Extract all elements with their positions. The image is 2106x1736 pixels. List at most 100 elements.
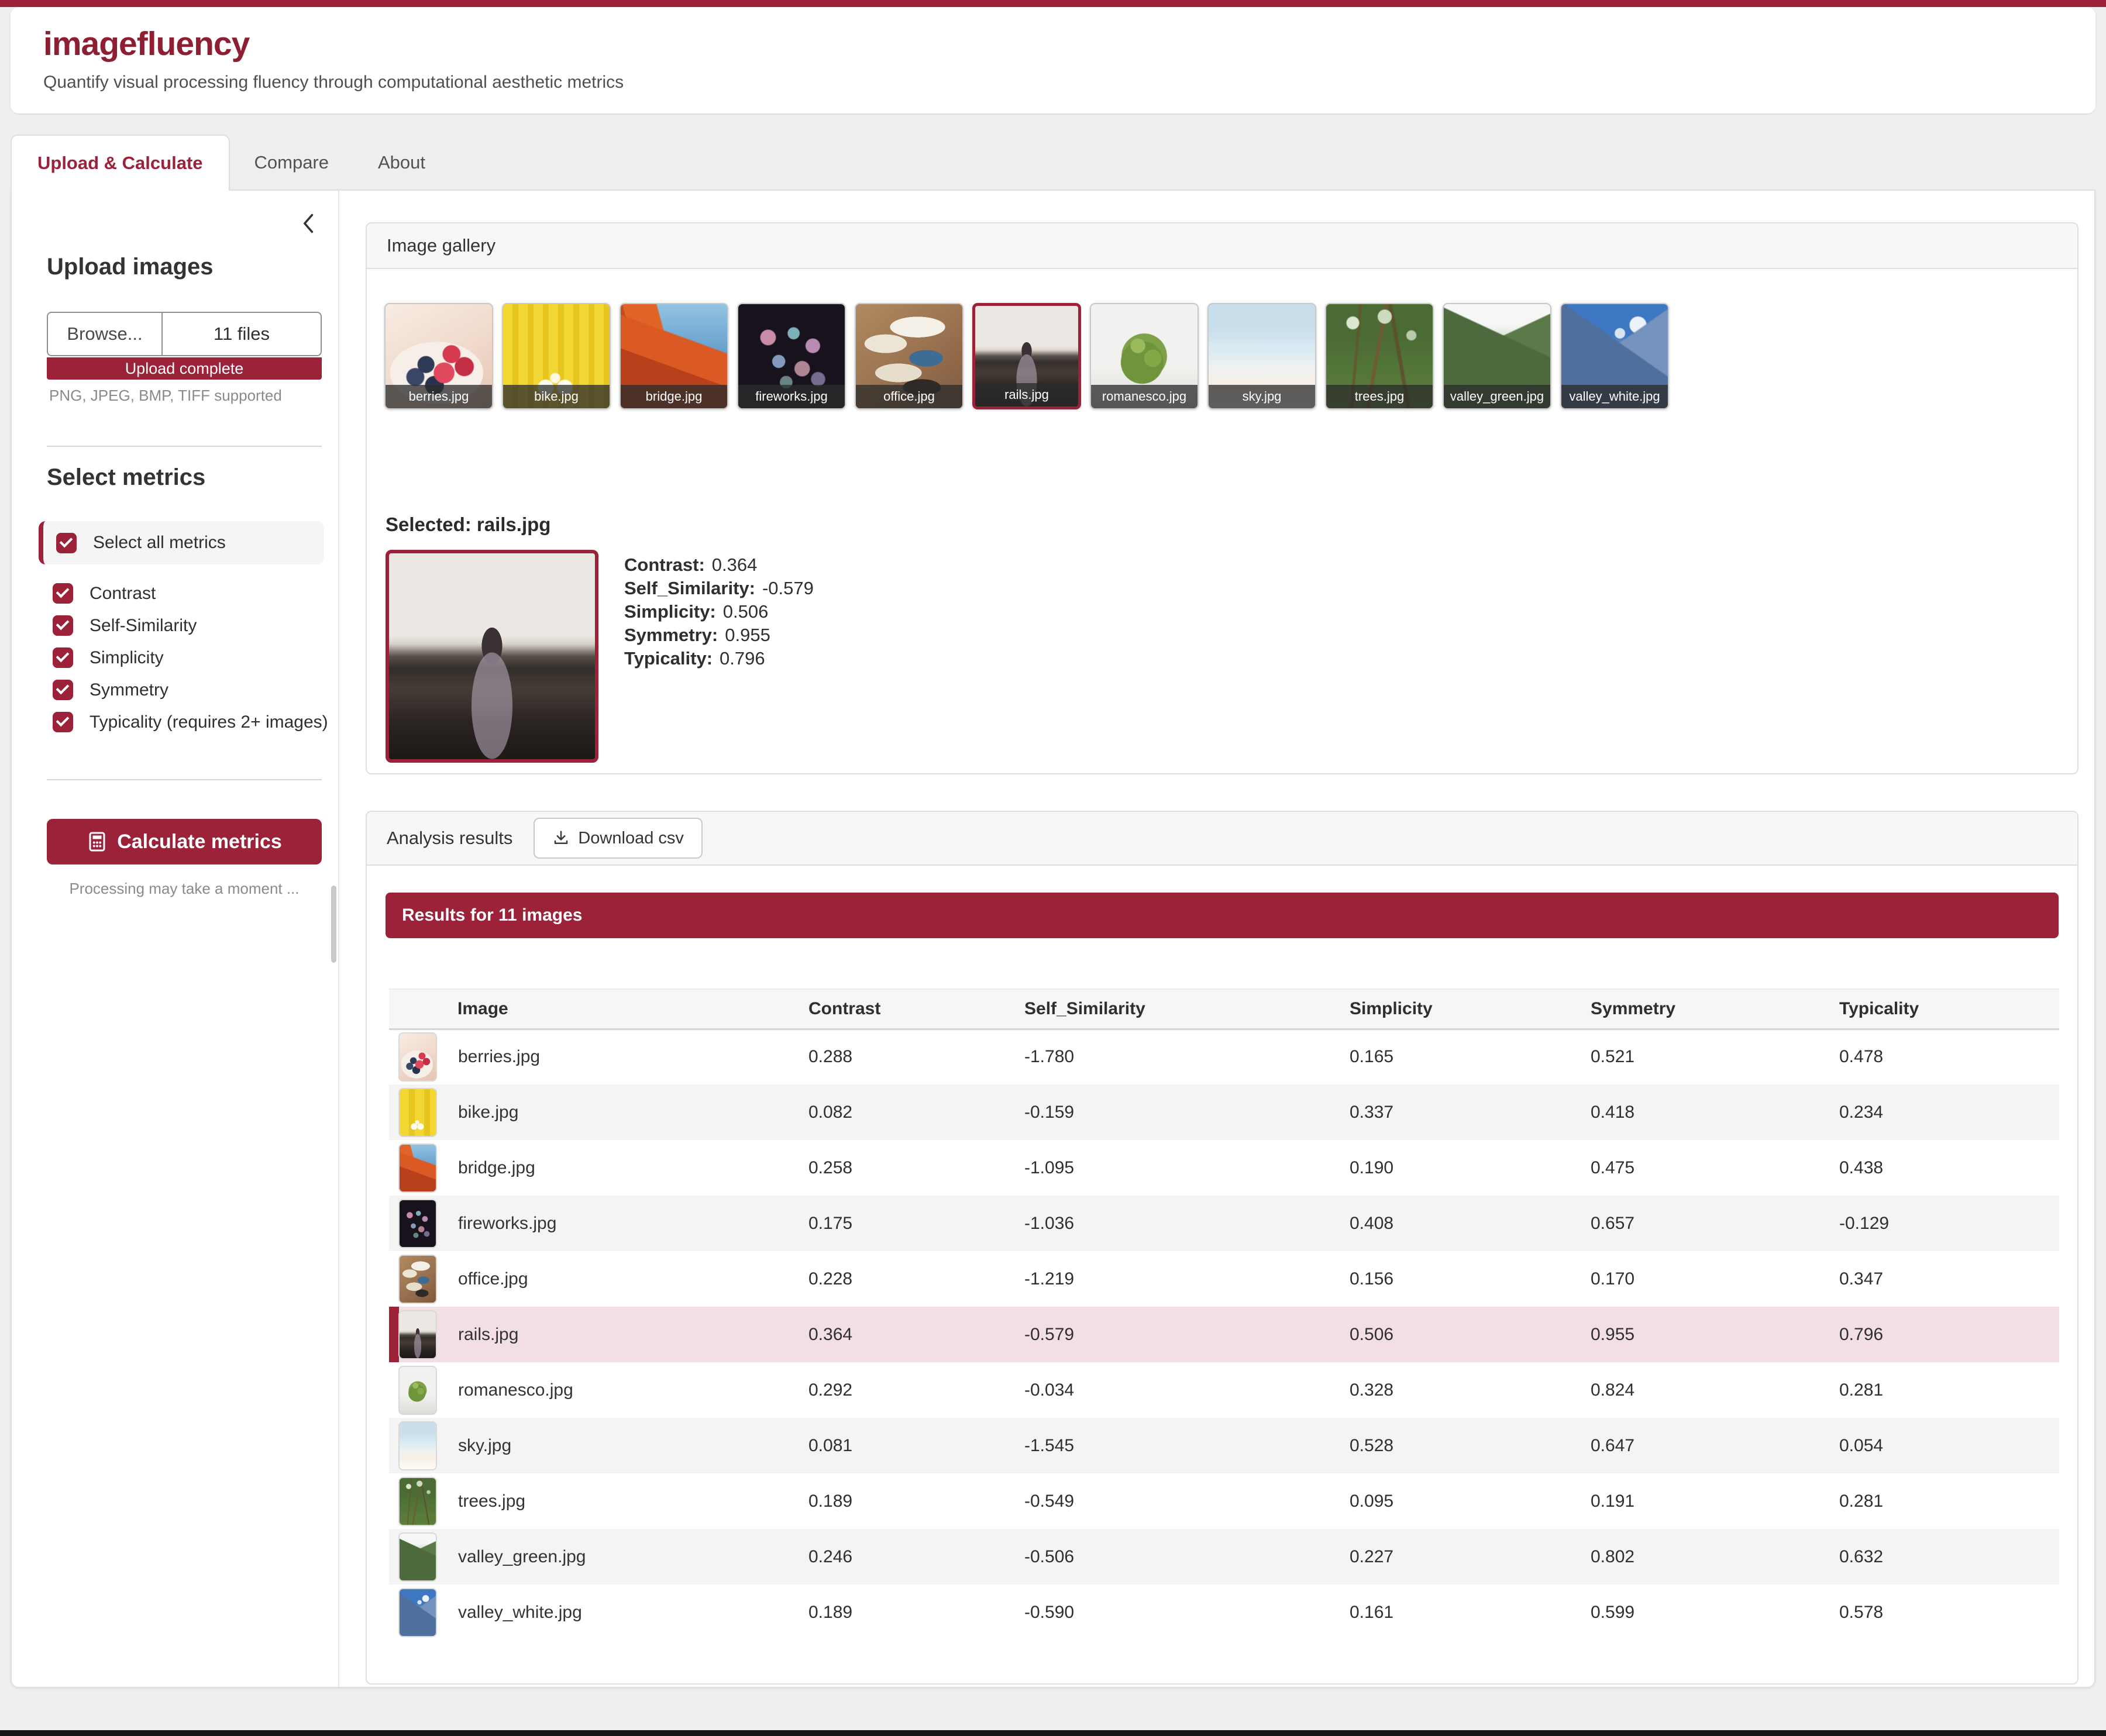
tab-label: Compare [254,152,329,173]
table-image-cell: rails.jpg [389,1310,808,1359]
cell-contrast: 0.364 [808,1307,1024,1362]
gallery-thumb-fireworks[interactable]: fireworks.jpg [737,303,846,409]
table-row-trees[interactable]: trees.jpg 0.189 -0.549 0.095 0.191 0.281 [389,1473,2059,1529]
table-row-fireworks[interactable]: fireworks.jpg 0.175 -1.036 0.408 0.657 -… [389,1196,2059,1251]
image-gallery-panel: Image gallery berries.jpg bike.jpg bridg… [366,222,2079,774]
cell-typicality: 0.632 [1839,1529,2059,1585]
gallery-thumb-trees[interactable]: trees.jpg [1325,303,1434,409]
metric-value: 0.796 [720,648,765,669]
table-body: berries.jpg 0.288 -1.780 0.165 0.521 0.4… [389,1029,2059,1640]
cell-simplicity: 0.337 [1350,1084,1591,1140]
tab-label: About [378,152,425,173]
column-header-typicality: Typicality [1839,989,2059,1029]
table-row-valley_white[interactable]: valley_white.jpg 0.189 -0.590 0.161 0.59… [389,1585,2059,1640]
sidebar-scrollbar[interactable] [331,886,336,963]
row-filename: office.jpg [458,1269,528,1289]
selected-metric-line: Self_Similarity:-0.579 [624,577,814,600]
cell-contrast: 0.189 [808,1473,1024,1529]
cell-contrast: 0.081 [808,1418,1024,1473]
table-row-berries[interactable]: berries.jpg 0.288 -1.780 0.165 0.521 0.4… [389,1029,2059,1084]
thumb-caption: valley_green.jpg [1444,385,1550,408]
cell-simplicity: 0.165 [1350,1029,1591,1084]
gallery-thumb-rails[interactable]: rails.jpg [972,303,1081,409]
gallery-thumb-valley_green[interactable]: valley_green.jpg [1443,303,1551,409]
row-filename: bridge.jpg [458,1158,535,1178]
cell-symmetry: 0.475 [1591,1140,1839,1196]
cell-typicality: 0.796 [1839,1307,2059,1362]
thumb-caption: trees.jpg [1326,385,1433,408]
metric-checkbox-self-similarity[interactable]: Self-Similarity [47,609,338,642]
file-upload-input: Browse... 11 files [47,312,322,356]
bottom-edge-bar [0,1730,2106,1736]
gallery-thumb-romanesco[interactable]: romanesco.jpg [1090,303,1199,409]
page-title: imagefluency [43,25,2095,63]
upload-heading: Upload images [47,254,338,280]
metric-value: 0.506 [723,601,769,622]
metric-name: Contrast: [624,554,705,575]
row-filename: fireworks.jpg [458,1214,556,1234]
tab-compare[interactable]: Compare [230,135,354,191]
table-row-sky[interactable]: sky.jpg 0.081 -1.545 0.528 0.647 0.054 [389,1418,2059,1473]
row-thumbnail [398,1088,437,1137]
tab-upload-calculate[interactable]: Upload & Calculate [11,135,230,191]
tab-about[interactable]: About [353,135,450,191]
metric-checkbox-typicality-requires-2-images[interactable]: Typicality (requires 2+ images) [47,706,338,738]
thumb-caption: sky.jpg [1209,385,1315,408]
table-row-office[interactable]: office.jpg 0.228 -1.219 0.156 0.170 0.34… [389,1251,2059,1307]
selected-metric-lines: Contrast:0.364 Self_Similarity:-0.579 Si… [624,553,814,763]
cell-typicality: 0.478 [1839,1029,2059,1084]
results-heading: Analysis results [387,828,512,849]
chevron-left-icon [298,211,319,236]
download-csv-label: Download csv [578,829,684,848]
table-image-cell: romanesco.jpg [389,1366,808,1415]
gallery-thumb-sky[interactable]: sky.jpg [1207,303,1316,409]
cell-contrast: 0.175 [808,1196,1024,1251]
table-row-bike[interactable]: bike.jpg 0.082 -0.159 0.337 0.418 0.234 [389,1084,2059,1140]
gallery-thumb-valley_white[interactable]: valley_white.jpg [1560,303,1669,409]
sidebar-collapse-row [47,208,322,236]
select-all-metrics-checkbox[interactable]: Select all metrics [39,521,324,564]
metric-checkbox-simplicity[interactable]: Simplicity [47,642,338,674]
table-image-cell: valley_white.jpg [389,1588,808,1637]
results-panel-header: Analysis results Download csv [367,812,2077,866]
metric-label: Symmetry [90,680,168,700]
cell-self-similarity: -0.034 [1024,1362,1350,1418]
cell-typicality: 0.578 [1839,1585,2059,1640]
table-image-cell: bridge.jpg [389,1143,808,1193]
gallery-thumb-bike[interactable]: bike.jpg [502,303,611,409]
metric-checkbox-contrast[interactable]: Contrast [47,577,338,609]
collapse-sidebar-button[interactable] [296,208,322,242]
cell-simplicity: 0.408 [1350,1196,1591,1251]
table-image-cell: trees.jpg [389,1477,808,1526]
gallery-thumb-berries[interactable]: berries.jpg [384,303,493,409]
row-filename: bike.jpg [458,1103,518,1122]
table-row-bridge[interactable]: bridge.jpg 0.258 -1.095 0.190 0.475 0.43… [389,1140,2059,1196]
thumb-caption: romanesco.jpg [1091,385,1197,408]
metric-checkbox-list: Contrast Self-Similarity Simplicity Symm… [47,577,338,738]
cell-symmetry: 0.657 [1591,1196,1839,1251]
gallery-thumb-bridge[interactable]: bridge.jpg [620,303,728,409]
selected-metric-line: Typicality:0.796 [624,647,814,670]
selected-image-row: Contrast:0.364 Self_Similarity:-0.579 Si… [386,550,2077,763]
cell-contrast: 0.288 [808,1029,1024,1084]
metric-label: Self-Similarity [90,616,197,636]
table-row-valley_green[interactable]: valley_green.jpg 0.246 -0.506 0.227 0.80… [389,1529,2059,1585]
files-count-field[interactable]: 11 files [163,313,321,355]
table-row-romanesco[interactable]: romanesco.jpg 0.292 -0.034 0.328 0.824 0… [389,1362,2059,1418]
download-csv-button[interactable]: Download csv [534,818,703,859]
cell-simplicity: 0.190 [1350,1140,1591,1196]
cell-simplicity: 0.328 [1350,1362,1591,1418]
table-image-cell: sky.jpg [389,1421,808,1470]
cell-typicality: 0.347 [1839,1251,2059,1307]
table-row-rails[interactable]: rails.jpg 0.364 -0.579 0.506 0.955 0.796 [389,1307,2059,1362]
table-image-cell: bike.jpg [389,1088,808,1137]
calculate-metrics-button[interactable]: Calculate metrics [47,819,322,864]
cell-self-similarity: -1.780 [1024,1029,1350,1084]
analysis-results-panel: Analysis results Download csv Results fo… [366,811,2079,1685]
metric-name: Self_Similarity: [624,578,755,598]
gallery-thumb-office[interactable]: office.jpg [855,303,963,409]
cell-simplicity: 0.227 [1350,1529,1591,1585]
browse-button[interactable]: Browse... [48,313,163,355]
cell-symmetry: 0.170 [1591,1251,1839,1307]
metric-checkbox-symmetry[interactable]: Symmetry [47,674,338,706]
